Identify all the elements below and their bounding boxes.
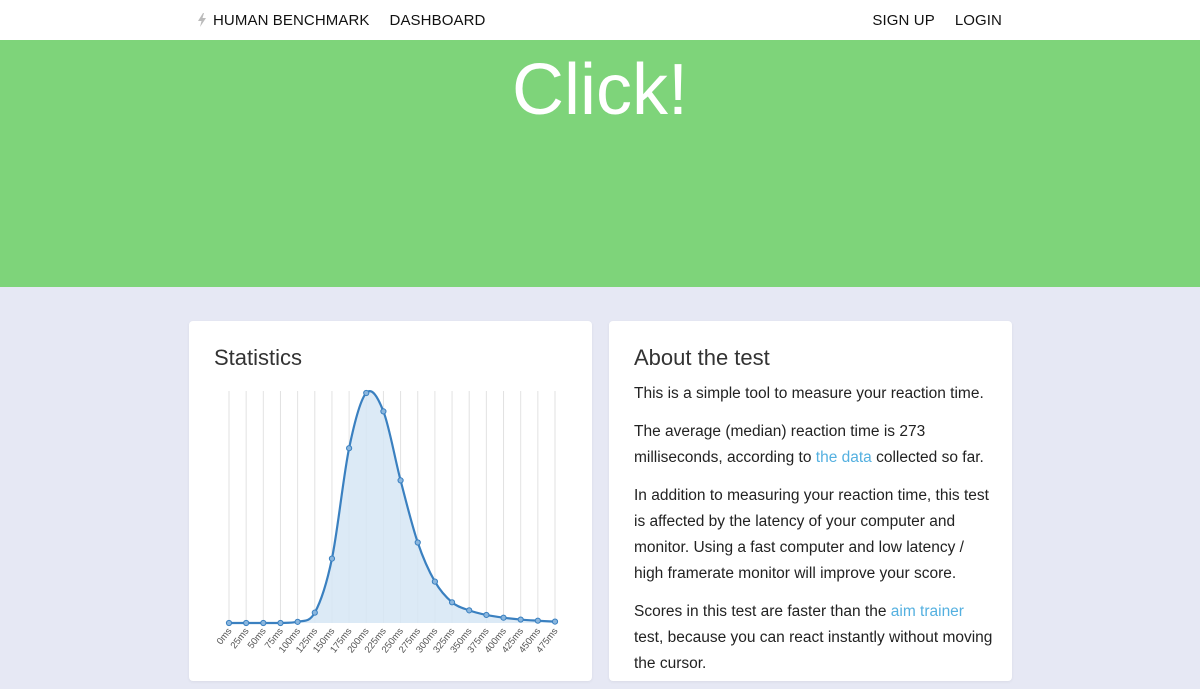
data-point [311, 609, 318, 616]
about-paragraph-3: In addition to measuring your reaction t… [634, 487, 989, 582]
about-body: This is a simple tool to measure your re… [634, 381, 996, 689]
about-paragraph-1: This is a simple tool to measure your re… [634, 385, 984, 402]
data-point [328, 555, 336, 562]
statistics-card: Statistics 0ms 25ms 50ms 75ms 100ms 125ms 150m… [189, 321, 592, 681]
about-p2-text-after: collected so far. [871, 449, 984, 466]
the-data-link[interactable]: the data [816, 449, 872, 466]
data-point [466, 607, 473, 614]
hero-title: Click! [512, 50, 688, 130]
data-point [260, 619, 267, 627]
data-point [380, 408, 387, 415]
data-point [534, 617, 541, 624]
data-point [277, 619, 284, 627]
distribution-area [229, 391, 555, 623]
data-point [243, 619, 250, 627]
reaction-time-distribution-chart: 0ms25ms50ms75ms100ms125ms150ms175ms200ms… [215, 389, 561, 655]
about-card: About the test This is a simple tool to … [609, 321, 1012, 681]
lightning-bolt-icon [198, 13, 206, 27]
about-paragraph-4: Scores in this test are faster than the … [634, 599, 996, 677]
data-point [500, 614, 507, 621]
data-point [551, 618, 559, 625]
reaction-click-area[interactable]: Click! [0, 40, 1200, 287]
nav-login-link[interactable]: LOGIN [955, 12, 1002, 29]
data-point [517, 616, 524, 623]
aim-trainer-link[interactable]: aim trainer [891, 603, 964, 620]
data-point [448, 599, 456, 606]
nav-right-group: SIGN UP LOGIN [852, 0, 1002, 40]
data-point [414, 539, 421, 546]
about-p4-text-before: Scores in this test are faster than the [634, 603, 891, 620]
nav-home-link[interactable]: HUMAN BENCHMARK [213, 12, 370, 29]
data-point [346, 445, 353, 452]
data-point [294, 618, 301, 625]
data-point [483, 611, 490, 619]
data-point [397, 477, 404, 484]
about-p4-text-after: test, because you can react instantly wi… [634, 629, 993, 672]
top-navbar: HUMAN BENCHMARK DASHBOARD SIGN UP LOGIN [0, 0, 1200, 40]
data-point [431, 578, 438, 585]
data-point [363, 389, 370, 397]
about-paragraph-2: The average (median) reaction time is 27… [634, 419, 996, 471]
about-title: About the test [634, 345, 770, 370]
data-point [225, 619, 233, 627]
nav-signup-link[interactable]: SIGN UP [872, 12, 934, 29]
nav-dashboard-link[interactable]: DASHBOARD [390, 12, 486, 29]
nav-left-group: HUMAN BENCHMARK DASHBOARD [197, 0, 505, 40]
